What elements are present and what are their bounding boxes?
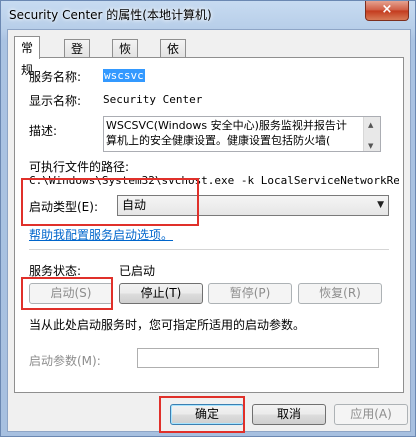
stop-button[interactable]: 停止(T) <box>119 283 203 304</box>
description-line-1: WSCSVC(Windows 安全中心)服务监视并报告计 <box>106 119 347 132</box>
tab-dependencies[interactable]: 依存关系 <box>160 39 187 110</box>
service-name-label: 服务名称: <box>29 70 82 84</box>
description-scrollbar[interactable]: ▲ ▼ <box>363 117 380 151</box>
scroll-up-arrow-icon[interactable]: ▲ <box>368 118 373 133</box>
service-status-value: 已启动 <box>119 264 156 278</box>
startup-type-highlight <box>21 178 199 226</box>
chevron-down-icon: ▼ <box>377 200 384 210</box>
description-label: 描述: <box>29 124 58 138</box>
apply-button[interactable]: 应用(A) <box>334 404 408 425</box>
pause-button[interactable]: 暂停(P) <box>208 283 292 304</box>
tab-general[interactable]: 常规 <box>14 36 41 77</box>
start-params-input[interactable] <box>137 348 379 368</box>
exec-path-label: 可执行文件的路径: <box>29 160 130 174</box>
tab-logon[interactable]: 登录 <box>64 39 91 74</box>
display-name-value[interactable]: Security Center <box>103 93 202 106</box>
scroll-down-arrow-icon[interactable]: ▼ <box>368 139 373 151</box>
description-box[interactable]: WSCSVC(Windows 安全中心)服务监视并报告计 算机上的安全健康设置。… <box>103 116 381 152</box>
start-button-highlight <box>21 277 113 310</box>
start-params-hint: 当从此处启动服务时，您可指定所适用的启动参数。 <box>29 318 306 332</box>
help-config-link[interactable]: 帮助我配置服务启动选项。 <box>29 226 173 243</box>
service-name-value[interactable]: wscsvc <box>103 69 145 82</box>
title-bar[interactable]: Security Center 的属性(本地计算机) × <box>1 1 415 28</box>
divider <box>29 249 389 250</box>
tab-recovery[interactable]: 恢复 <box>112 39 139 74</box>
close-icon: × <box>381 2 393 17</box>
properties-window: Security Center 的属性(本地计算机) × 常规 登录 恢复 依存… <box>0 0 416 437</box>
dialog-client-area: 常规 登录 恢复 依存关系 服务名称: wscsvc 显示名称: Securit… <box>7 29 411 432</box>
resume-button[interactable]: 恢复(R) <box>298 283 382 304</box>
start-params-label: 启动参数(M): <box>29 354 101 368</box>
display-name-label: 显示名称: <box>29 94 82 108</box>
ok-button-highlight <box>159 396 245 433</box>
description-line-2: 算机上的安全健康设置。健康设置包括防火墙( <box>106 134 331 147</box>
close-button[interactable]: × <box>365 1 409 21</box>
window-title: Security Center 的属性(本地计算机) <box>9 8 212 22</box>
cancel-button[interactable]: 取消 <box>252 404 326 425</box>
